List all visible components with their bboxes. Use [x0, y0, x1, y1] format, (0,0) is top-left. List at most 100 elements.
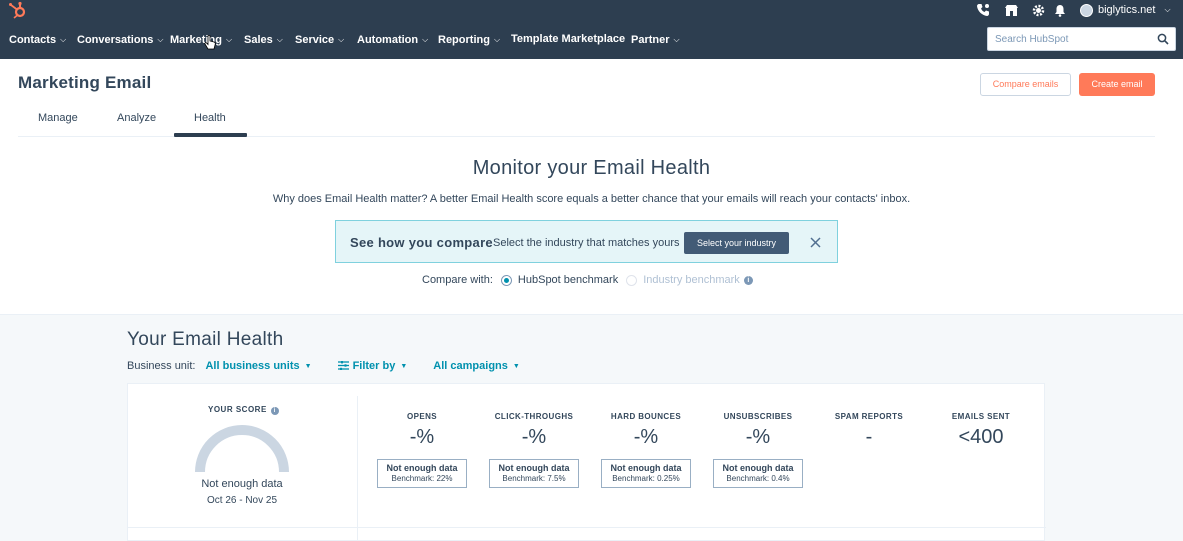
- nav-template-marketplace[interactable]: Template Marketplace: [511, 20, 625, 59]
- industry-benchmark-label[interactable]: Industry benchmark: [643, 274, 740, 286]
- compare-headline: See how you compare: [350, 235, 493, 250]
- create-email-button[interactable]: Create email: [1079, 73, 1155, 96]
- nav-conversations[interactable]: Conversations ⌵: [77, 20, 164, 59]
- filter-by-dropdown[interactable]: Filter by ▼: [337, 360, 408, 372]
- business-unit-label: Business unit:: [127, 360, 196, 372]
- card-divider: [357, 396, 358, 541]
- tab-bar: Manage Analyze Health: [18, 100, 1155, 137]
- compare-with-label: Compare with:: [422, 274, 493, 286]
- info-icon[interactable]: i: [743, 275, 753, 285]
- select-industry-button[interactable]: Select your industry: [684, 232, 789, 254]
- benchmark-box: Not enough data Benchmark: 22%: [377, 459, 467, 488]
- metric-label: UNSUBSCRIBES: [723, 412, 793, 421]
- compare-banner: See how you compare Select the industry …: [335, 220, 838, 263]
- metric-label: SPAM REPORTS: [834, 412, 904, 421]
- search-box: [987, 27, 1176, 51]
- benchmark-status: Not enough data: [722, 463, 794, 473]
- marketplace-icon[interactable]: [1005, 2, 1018, 18]
- phone-icon[interactable]: [976, 2, 990, 18]
- card-divider: [128, 527, 1046, 528]
- active-tab-indicator: [174, 133, 247, 137]
- nav-contacts[interactable]: Contacts ⌵: [9, 20, 66, 59]
- gear-icon[interactable]: [1032, 2, 1045, 18]
- benchmark-value: Benchmark: 22%: [391, 474, 453, 483]
- score-gauge: [195, 425, 289, 473]
- nav-reporting[interactable]: Reporting ⌵: [438, 20, 500, 59]
- benchmark-box: Not enough data Benchmark: 0.4%: [713, 459, 803, 488]
- chevron-down-icon: ▼: [400, 363, 408, 370]
- avatar: [1080, 3, 1093, 17]
- account-menu[interactable]: biglytics.net ⌵: [1080, 1, 1171, 19]
- metric-label: HARD BOUNCES: [610, 412, 682, 421]
- compare-emails-button[interactable]: Compare emails: [980, 73, 1071, 96]
- benchmark-value: Benchmark: 0.4%: [726, 474, 790, 483]
- benchmark-status: Not enough data: [498, 463, 570, 473]
- chevron-down-icon: ⌵: [225, 35, 233, 44]
- chevron-down-icon: ▼: [304, 363, 312, 370]
- chevron-down-icon: ⌵: [60, 35, 67, 44]
- tab-analyze[interactable]: Analyze: [117, 112, 156, 124]
- top-utility-bar: biglytics.net ⌵: [0, 0, 1183, 20]
- benchmark-status: Not enough data: [386, 463, 458, 473]
- score-date-range: Oct 26 - Nov 25: [206, 495, 278, 506]
- page-title: Marketing Email: [18, 73, 152, 92]
- chevron-down-icon: ⌵: [422, 35, 429, 44]
- tab-health[interactable]: Health: [194, 112, 226, 124]
- nav-sales[interactable]: Sales ⌵: [244, 20, 283, 59]
- close-icon[interactable]: [810, 237, 821, 248]
- metric-label: EMAILS SENT: [951, 412, 1011, 421]
- bell-icon[interactable]: [1054, 2, 1066, 18]
- metric-hard-bounces: HARD BOUNCES -%: [586, 412, 706, 448]
- business-unit-dropdown[interactable]: All business units ▼: [205, 360, 311, 372]
- score-label: YOUR SCORE i: [208, 405, 279, 415]
- nav-service[interactable]: Service ⌵: [295, 20, 344, 59]
- metric-unsubscribes: UNSUBSCRIBES -%: [698, 412, 818, 448]
- nav-automation[interactable]: Automation ⌵: [357, 20, 428, 59]
- search-icon[interactable]: [1157, 33, 1169, 45]
- chevron-down-icon: ⌵: [493, 35, 501, 44]
- hubspot-logo-icon[interactable]: [7, 1, 27, 19]
- chevron-down-icon: ▼: [512, 363, 520, 370]
- search-input[interactable]: [988, 28, 1148, 50]
- info-icon[interactable]: i: [270, 407, 279, 415]
- compare-with-row: Compare with: HubSpot benchmark Industry…: [422, 273, 753, 287]
- filter-icon: [337, 361, 349, 370]
- nav-partner[interactable]: Partner ⌵: [631, 20, 680, 59]
- metric-value: -: [865, 426, 873, 448]
- metric-label: OPENS: [406, 412, 437, 421]
- tab-manage[interactable]: Manage: [38, 112, 78, 124]
- metric-value: -%: [409, 426, 435, 448]
- metric-value: -%: [521, 426, 547, 448]
- section-title: Your Email Health: [127, 329, 284, 350]
- benchmark-value: Benchmark: 0.25%: [612, 474, 680, 483]
- nav-marketing[interactable]: Marketing ⌵: [170, 20, 232, 59]
- chevron-down-icon: ⌵: [1164, 5, 1171, 14]
- hubspot-benchmark-radio[interactable]: [500, 274, 512, 286]
- chevron-down-icon: ⌵: [157, 35, 164, 44]
- benchmark-status: Not enough data: [610, 463, 682, 473]
- health-score-card: YOUR SCORE i Not enough data Oct 26 - Nov…: [127, 383, 1046, 541]
- metric-click-throughs: CLICK-THROUGHS -%: [474, 412, 594, 448]
- monitor-title: Monitor your Email Health: [472, 157, 711, 179]
- metric-emails-sent: EMAILS SENT <400: [921, 412, 1041, 448]
- account-name: biglytics.net: [1098, 4, 1156, 16]
- monitor-description: Why does Email Health matter? A better E…: [272, 193, 911, 205]
- filter-row: Business unit: All business units ▼ Filte…: [127, 359, 520, 373]
- chevron-down-icon: ⌵: [673, 35, 680, 44]
- benchmark-value: Benchmark: 7.5%: [502, 474, 566, 483]
- metric-value: <400: [958, 426, 1004, 448]
- mouse-cursor-icon: [204, 35, 216, 50]
- benchmark-box: Not enough data Benchmark: 7.5%: [489, 459, 579, 488]
- compare-subtext: Select the industry that matches yours: [493, 237, 680, 249]
- metric-opens: OPENS -%: [362, 412, 482, 448]
- metric-value: -%: [633, 426, 659, 448]
- hubspot-benchmark-label[interactable]: HubSpot benchmark: [518, 274, 618, 286]
- industry-benchmark-radio[interactable]: [626, 274, 638, 286]
- metric-value: -%: [745, 426, 771, 448]
- score-status: Not enough data: [201, 478, 283, 490]
- metric-label: CLICK-THROUGHS: [494, 412, 574, 421]
- metric-spam-reports: SPAM REPORTS -: [809, 412, 929, 448]
- chevron-down-icon: ⌵: [276, 35, 283, 44]
- benchmark-box: Not enough data Benchmark: 0.25%: [601, 459, 691, 488]
- campaigns-dropdown[interactable]: All campaigns ▼: [433, 360, 520, 372]
